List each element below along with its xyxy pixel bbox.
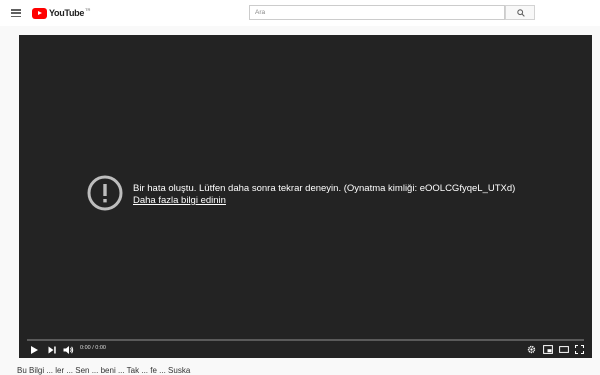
play-logo-icon — [32, 7, 47, 19]
youtube-logo[interactable]: YouTube TR — [32, 7, 90, 19]
video-player[interactable]: Bir hata oluştu. Lütfen daha sonra tekra… — [19, 35, 592, 358]
fullscreen-icon[interactable] — [575, 345, 584, 354]
next-icon[interactable] — [47, 345, 57, 355]
volume-icon[interactable] — [63, 345, 74, 355]
miniplayer-icon[interactable] — [543, 345, 553, 354]
error-message: Bir hata oluştu. Lütfen daha sonra tekra… — [133, 183, 516, 194]
logo-text: YouTube — [49, 8, 85, 18]
progress-bar[interactable] — [27, 339, 584, 341]
learn-more-link[interactable]: Daha fazla bilgi edinin — [133, 195, 226, 207]
alert-circle-icon — [87, 175, 123, 211]
play-icon[interactable] — [29, 345, 39, 355]
hamburger-menu-icon[interactable] — [11, 9, 21, 18]
masthead: YouTube TR — [0, 0, 600, 26]
settings-icon[interactable] — [527, 345, 536, 354]
player-controls: 0:00 / 0:00 — [19, 335, 592, 358]
theater-mode-icon[interactable] — [559, 345, 569, 354]
search-button[interactable] — [505, 5, 535, 20]
logo-country-code: TR — [85, 6, 91, 12]
search-input[interactable] — [249, 5, 505, 20]
time-display: 0:00 / 0:00 — [80, 345, 106, 351]
video-title: Bu Bilgi ... ler ... Sen ... beni ... Ta… — [17, 366, 191, 375]
search-icon — [517, 9, 525, 17]
